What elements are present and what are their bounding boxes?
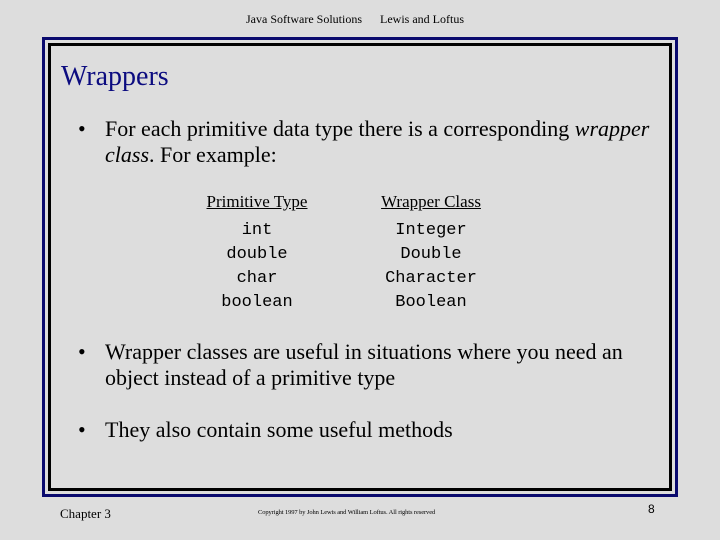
table-column-wrapper: Wrapper Class Integer Double Character B… (362, 192, 500, 315)
bullet-icon: • (78, 417, 86, 442)
table-cell: Boolean (395, 293, 467, 312)
table-cell: char (236, 269, 278, 288)
bullet-text-part: . For example: (149, 142, 277, 167)
column-header: Primitive Type (206, 192, 308, 211)
bullet-item: • For each primitive data type there is … (78, 116, 658, 168)
bullet-icon: • (78, 339, 86, 364)
bullet-text-part: For each primitive data type there is a … (105, 116, 575, 141)
bullet-icon: • (78, 116, 86, 141)
column-header: Wrapper Class (381, 192, 481, 211)
table-cell: Character (385, 269, 477, 288)
footer-page-number: 8 (648, 502, 655, 516)
table-cell: Integer (395, 221, 467, 240)
bullet-item: • Wrapper classes are useful in situatio… (78, 339, 658, 391)
table-cell: int (241, 221, 273, 240)
bullet-text: For each primitive data type there is a … (105, 116, 658, 168)
header-book-title: Java Software Solutions (246, 12, 362, 26)
table-cell: boolean (221, 293, 293, 312)
bullet-text: Wrapper classes are useful in situations… (105, 339, 623, 390)
footer-copyright: Copyright 1997 by John Lewis and William… (258, 509, 436, 516)
table-cell: Double (400, 245, 462, 264)
table-column-primitive: Primitive Type int double char boolean (190, 192, 324, 315)
table-cell: double (226, 245, 288, 264)
bullet-text: They also contain some useful methods (105, 417, 453, 442)
footer-chapter: Chapter 3 (60, 506, 111, 521)
bullet-item: • They also contain some useful methods (78, 417, 658, 443)
header-authors: Lewis and Loftus (380, 12, 464, 26)
slide-title: Wrappers (61, 61, 169, 92)
